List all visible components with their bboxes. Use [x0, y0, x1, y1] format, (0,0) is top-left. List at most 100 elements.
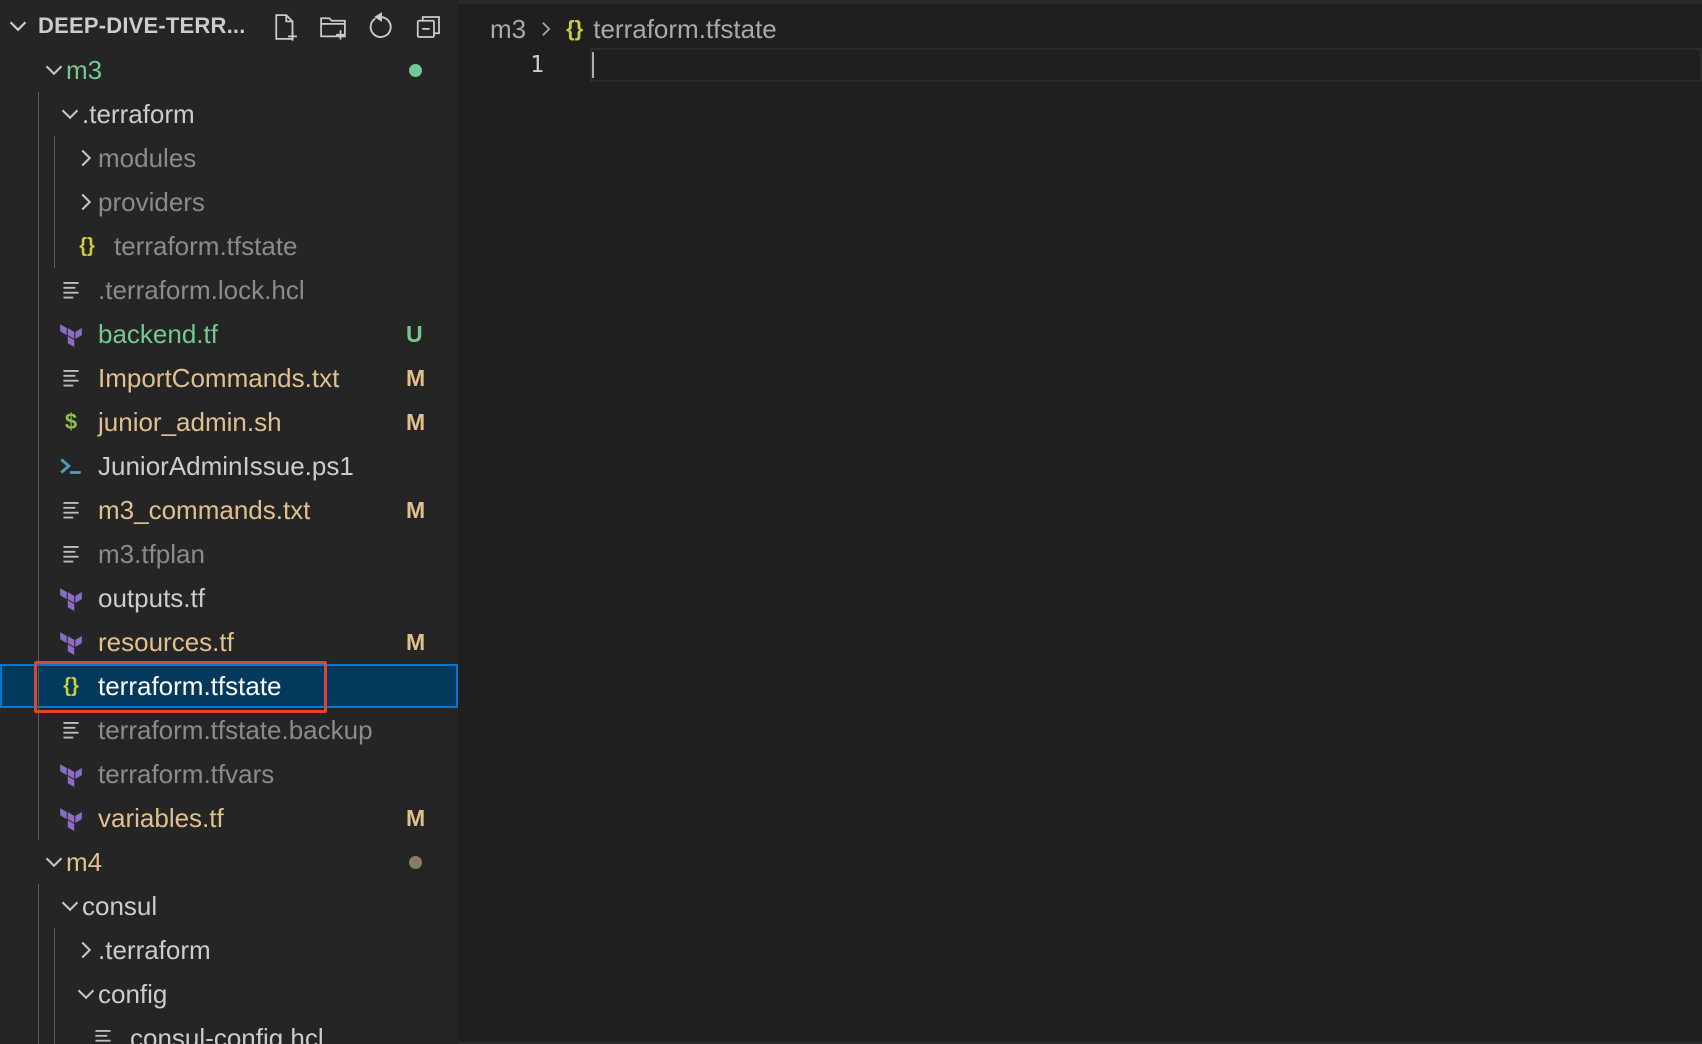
folder-item-providers[interactable]: providers — [0, 180, 458, 224]
tree-item-label: .terraform — [98, 935, 211, 965]
file-item-terraform-tfvars[interactable]: terraform.tfvars — [0, 752, 458, 796]
chevron-down-icon[interactable] — [58, 894, 82, 918]
breadcrumb-folder[interactable]: m3 — [490, 14, 526, 45]
tree-item-label: terraform.tfvars — [98, 759, 275, 789]
explorer-header[interactable]: DEEP-DIVE-TERR... — [0, 0, 458, 52]
file-item-terraform-lock-hcl[interactable]: .terraform.lock.hcl — [0, 268, 458, 312]
terraform-icon — [58, 321, 84, 347]
text-file-icon — [90, 1025, 116, 1044]
file-item-importcommands-txt[interactable]: ImportCommands.txt M — [0, 356, 458, 400]
chevron-down-icon[interactable] — [58, 102, 82, 126]
terraform-icon — [58, 805, 84, 831]
file-item-variables-tf[interactable]: variables.tf M — [0, 796, 458, 840]
line-number: 1 — [530, 52, 544, 78]
tree-item-label: terraform.tfstate — [98, 671, 282, 701]
tree-item-label: consul — [82, 891, 158, 921]
chevron-right-icon — [536, 19, 556, 39]
shell-icon: $ — [64, 409, 78, 434]
chevron-right-icon[interactable] — [74, 190, 98, 214]
tree-item-label: .terraform — [82, 99, 195, 129]
tree-item-label: variables.tf — [98, 803, 224, 833]
text-cursor — [592, 52, 594, 78]
file-item-terraform-tfstate-backup[interactable]: terraform.tfstate.backup — [0, 708, 458, 752]
file-item-m3-tfplan[interactable]: m3.tfplan — [0, 532, 458, 576]
folder-item-config[interactable]: config — [0, 972, 458, 1016]
text-file-icon — [58, 497, 84, 523]
text-file-icon — [58, 365, 84, 391]
new-file-button[interactable] — [268, 10, 302, 44]
refresh-icon — [369, 12, 392, 38]
git-status-badge: U — [406, 321, 423, 347]
breadcrumb-file[interactable]: terraform.tfstate — [593, 14, 777, 45]
folder-item-terraform[interactable]: .terraform — [0, 928, 458, 972]
tree-item-label: terraform.tfstate.backup — [98, 715, 373, 745]
new-folder-icon — [320, 17, 346, 40]
git-status-badge: M — [406, 409, 426, 435]
terraform-icon — [58, 585, 84, 611]
folder-item-terraform[interactable]: .terraform — [0, 92, 458, 136]
new-folder-button[interactable] — [316, 10, 350, 44]
chevron-right-icon[interactable] — [74, 146, 98, 170]
collapse-all-icon — [416, 16, 440, 38]
file-tree: m3 .terraform modules providers{} terraform.… — [0, 48, 458, 1044]
tree-item-label: JuniorAdminIssue.ps1 — [98, 451, 354, 481]
editor-pane[interactable]: m3 {} terraform.tfstate 1 — [458, 0, 1702, 1044]
json-icon: {} — [63, 674, 79, 697]
tree-item-label: m3.tfplan — [98, 539, 205, 569]
modified-dot-indicator — [409, 856, 422, 869]
folder-item-m3[interactable]: m3 — [0, 48, 458, 92]
file-item-outputs-tf[interactable]: outputs.tf — [0, 576, 458, 620]
tree-item-label: modules — [98, 143, 197, 173]
folder-item-consul[interactable]: consul — [0, 884, 458, 928]
json-icon: {} — [79, 234, 95, 257]
file-item-terraform-tfstate[interactable]: {} terraform.tfstate — [0, 224, 458, 268]
file-item-terraform-tfstate[interactable]: {} terraform.tfstate — [0, 664, 458, 708]
indent-guide — [38, 884, 39, 1044]
folder-item-modules[interactable]: modules — [0, 136, 458, 180]
text-file-icon — [58, 277, 84, 303]
file-item-resources-tf[interactable]: resources.tf M — [0, 620, 458, 664]
chevron-down-icon[interactable] — [42, 58, 66, 82]
tree-item-label: consul-config.hcl — [130, 1023, 324, 1044]
breadcrumb: m3 {} terraform.tfstate — [490, 12, 777, 46]
powershell-icon — [58, 453, 84, 479]
tree-item-label: outputs.tf — [98, 583, 205, 613]
text-file-icon — [58, 541, 84, 567]
git-status-badge: M — [406, 497, 426, 523]
new-file-icon — [275, 14, 297, 41]
file-item-m3-commands-txt[interactable]: m3_commands.txt M — [0, 488, 458, 532]
tree-item-label: m4 — [66, 847, 103, 877]
folder-item-m4[interactable]: m4 — [0, 840, 458, 884]
file-item-consul-config-hcl[interactable]: consul-config.hcl — [0, 1016, 458, 1044]
file-item-junior-admin-sh[interactable]: $ junior_admin.sh M — [0, 400, 458, 444]
workspace-root-title[interactable]: DEEP-DIVE-TERR... — [38, 13, 246, 39]
chevron-right-icon[interactable] — [74, 938, 98, 962]
indent-guide — [38, 92, 39, 840]
modified-dot-indicator — [409, 64, 422, 77]
indent-guide — [54, 136, 55, 268]
json-icon: {} — [566, 16, 584, 41]
tree-item-label: .terraform.lock.hcl — [98, 275, 305, 305]
tree-item-label: ImportCommands.txt — [98, 363, 340, 393]
tree-item-label: junior_admin.sh — [98, 407, 282, 437]
indent-guide — [54, 928, 55, 1044]
tab-bar-edge — [458, 0, 1702, 4]
tree-item-label: config — [98, 979, 168, 1009]
tree-item-label: providers — [98, 187, 205, 217]
terraform-icon — [58, 629, 84, 655]
tree-item-label: backend.tf — [98, 319, 218, 349]
refresh-button[interactable] — [364, 10, 398, 44]
file-item-junioradminissue-ps1[interactable]: JuniorAdminIssue.ps1 — [0, 444, 458, 488]
collapse-all-button[interactable] — [412, 10, 446, 44]
explorer-sidebar: DEEP-DIVE-TERR... m3 .terraform modules pro… — [0, 0, 458, 1044]
chevron-down-icon[interactable] — [42, 850, 66, 874]
terraform-icon — [58, 761, 84, 787]
tree-item-label: terraform.tfstate — [114, 231, 298, 261]
current-line-highlight[interactable] — [590, 48, 1702, 82]
file-item-backend-tf[interactable]: backend.tf U — [0, 312, 458, 356]
chevron-down-icon[interactable] — [6, 14, 30, 38]
text-file-icon — [58, 717, 84, 743]
tree-item-label: resources.tf — [98, 627, 234, 657]
chevron-down-icon[interactable] — [74, 982, 98, 1006]
git-status-badge: M — [406, 629, 426, 655]
